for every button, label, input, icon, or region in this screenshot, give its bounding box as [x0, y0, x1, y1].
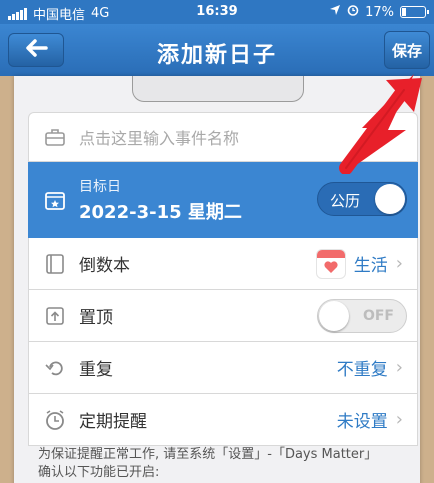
repeat-row[interactable]: 重复 不重复 ›: [28, 342, 418, 394]
pin-top-icon: [35, 306, 75, 326]
pin-top-row: 置顶 OFF: [28, 290, 418, 342]
toggle-knob: [375, 184, 405, 214]
countdown-book-value: 生活: [353, 256, 388, 276]
reminder-note: 为保证提醒正常工作, 请至系统「设置」-「Days Matter」确认以下功能已…: [38, 447, 378, 480]
save-button[interactable]: 保存: [384, 31, 430, 69]
battery-icon: [400, 6, 429, 18]
target-day-label: 目标日: [79, 178, 121, 195]
toggle-knob: [319, 301, 349, 331]
reminder-label: 定期提醒: [79, 412, 147, 432]
book-icon: [35, 253, 75, 275]
repeat-value: 不重复: [336, 360, 388, 380]
status-right: 17%: [329, 4, 429, 20]
chevron-right-icon: ›: [395, 409, 403, 430]
target-day-date: 2022-3-15 星期二: [79, 201, 242, 223]
repeat-label: 重复: [79, 360, 113, 380]
calendar-star-icon: [35, 189, 75, 211]
reminder-value-group: 未设置 ›: [337, 407, 403, 432]
heart-calendar-icon: [315, 248, 346, 279]
battery-percent: 17%: [365, 4, 394, 20]
reminder-row[interactable]: 定期提醒 未设置 ›: [28, 394, 418, 446]
countdown-book-label: 倒数本: [79, 256, 130, 276]
pin-top-toggle-label: OFF: [362, 308, 394, 324]
countdown-book-value-group: 生活 ›: [315, 248, 403, 279]
target-day-text: 目标日 2022-3-15 星期二: [79, 176, 242, 224]
event-name-placeholder: 点击这里输入事件名称: [79, 129, 240, 148]
chevron-right-icon: ›: [395, 253, 403, 274]
pin-top-toggle[interactable]: OFF: [317, 299, 407, 333]
alarm-icon: [347, 4, 359, 20]
calendar-type-label: 公历: [330, 192, 361, 210]
pin-top-label: 置顶: [79, 308, 113, 328]
clipboard-clip: [132, 76, 304, 102]
repeat-icon: [35, 358, 75, 378]
page-title: 添加新日子: [156, 43, 277, 68]
location-icon: [329, 4, 341, 20]
briefcase-icon: [35, 127, 75, 147]
chevron-right-icon: ›: [395, 357, 403, 378]
alarm-clock-icon: [35, 409, 75, 431]
reminder-value: 未设置: [336, 412, 388, 432]
countdown-book-row[interactable]: 倒数本 生活 ›: [28, 238, 418, 290]
calendar-type-toggle[interactable]: 公历: [317, 182, 407, 216]
repeat-value-group: 不重复 ›: [337, 355, 403, 380]
status-bar: 中国电信 4G 16:39 17%: [0, 0, 434, 24]
battery-fill: [402, 8, 406, 16]
annotation-arrow-icon: [339, 74, 422, 174]
